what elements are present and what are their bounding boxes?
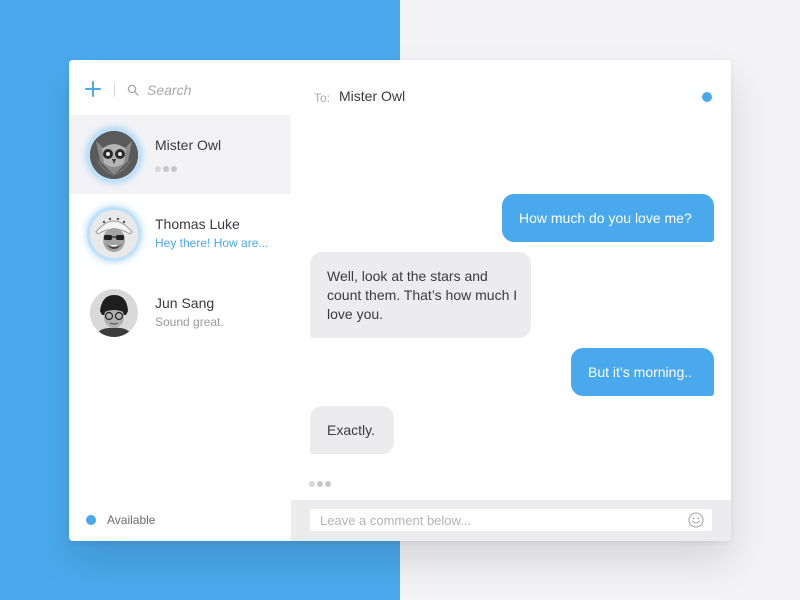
contact-name: Mister Owl [155, 137, 222, 153]
contact-item-jun-sang[interactable]: Jun Sang Sound great. [69, 273, 291, 352]
to-label: To: [314, 91, 331, 105]
message-incoming: Well, look at the stars and count them. … [310, 252, 531, 338]
recipient-name: Mister Owl [339, 88, 406, 104]
sidebar-toolbar [69, 60, 291, 115]
avatar [90, 289, 138, 337]
typing-indicator [155, 159, 179, 177]
message-outgoing: But it’s morning.. [571, 348, 714, 396]
plus-icon[interactable] [85, 81, 101, 97]
typing-indicator [309, 474, 333, 492]
avatar [90, 210, 138, 258]
contact-last-message: Sound great. [155, 315, 224, 329]
message-incoming: Exactly. [310, 406, 394, 454]
contact-item-mister-owl[interactable]: Mister Owl [69, 115, 291, 194]
message-outgoing: How much do you love me? [502, 194, 714, 242]
contact-name: Jun Sang [155, 295, 215, 311]
status-indicator [86, 515, 96, 525]
search-icon [127, 84, 139, 96]
smiley-icon[interactable] [688, 512, 704, 528]
contact-last-message: Hey there! How are... [155, 236, 269, 250]
avatar [90, 131, 138, 179]
sidebar: Mister Owl Th [69, 60, 291, 541]
contact-name: Thomas Luke [155, 216, 240, 232]
online-indicator [702, 92, 712, 102]
composer-bar [291, 500, 731, 541]
conversation-panel: To: Mister Owl How much do you love me? … [291, 60, 731, 541]
contact-item-thomas-luke[interactable]: Thomas Luke Hey there! How are... [69, 194, 291, 273]
toolbar-divider [114, 83, 115, 97]
status-label: Available [107, 513, 156, 527]
comment-input[interactable] [310, 509, 712, 531]
chat-window: Mister Owl Th [69, 60, 731, 541]
search-input[interactable] [147, 80, 277, 100]
